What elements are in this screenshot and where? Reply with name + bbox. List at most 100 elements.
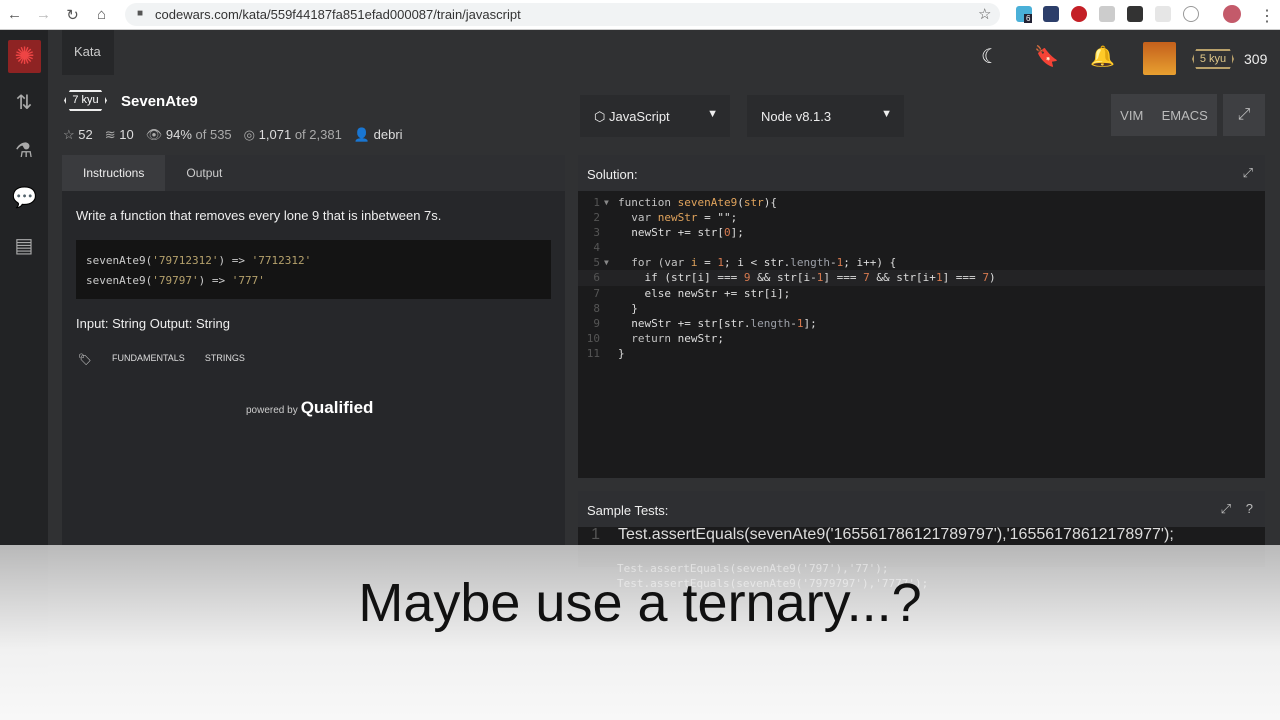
code-token: }	[618, 346, 625, 360]
practice-icon[interactable]: ⇅	[12, 90, 36, 115]
emacs-button[interactable]: EMACS	[1162, 108, 1208, 123]
line-number: 6	[593, 271, 600, 285]
code-token: ];	[730, 226, 744, 240]
example-code: sevenAte9('79712312') => '7712312' seven…	[76, 240, 551, 299]
powered-by[interactable]: powered by Qualified	[246, 398, 373, 418]
url-text: codewars.com/kata/559f44187fa851efad0000…	[155, 7, 521, 22]
tag-strings[interactable]: STRINGS	[205, 353, 245, 366]
code-token: = "";	[697, 211, 738, 225]
code-line[interactable]: 10 return newStr;	[578, 331, 1265, 346]
code-line[interactable]: 9 newStr += str[str.length-1];	[578, 316, 1265, 331]
bookmark-icon[interactable]: 🔖	[1034, 44, 1059, 69]
tab-output[interactable]: Output	[165, 155, 243, 191]
docs-icon[interactable]: ▤	[12, 233, 36, 258]
extension-react-icon[interactable]	[1155, 6, 1171, 22]
extension-ghost-icon[interactable]: 6	[1016, 6, 1033, 23]
nav-kata[interactable]: Kata	[62, 30, 114, 75]
codewars-logo[interactable]: ✺	[8, 40, 41, 73]
help-icon[interactable]: ?	[1246, 501, 1253, 516]
code-token: else newStr += str[i];	[618, 286, 791, 300]
code-text: else newStr += str[i];	[618, 286, 790, 301]
home-icon[interactable]: ⌂	[87, 6, 116, 23]
tag-fundamentals[interactable]: FUNDAMENTALS	[112, 353, 185, 366]
code-line[interactable]: 5 ▼ for (var i = 1; i < str.length-1; i++…	[578, 255, 1265, 270]
code-token: ; i++) {	[843, 256, 897, 270]
code-token: -	[790, 316, 797, 330]
satisfaction-value: 94%	[165, 127, 192, 142]
code-text: if (str[i] === 9 && str[i-1] === 7 && st…	[618, 270, 995, 285]
extension-timer-icon[interactable]	[1183, 6, 1199, 22]
line-number: 10	[586, 331, 600, 345]
chevron-down-icon: ▼	[881, 108, 892, 120]
discuss-icon[interactable]: 💬	[12, 185, 37, 210]
code-text: var newStr = "";	[618, 210, 737, 225]
back-icon[interactable]: ←	[0, 6, 29, 23]
fullscreen-icon[interactable]: ⤢	[1223, 94, 1265, 136]
user-rank-badge: 5 kyu	[1192, 49, 1234, 69]
user-avatar[interactable]	[1143, 42, 1176, 75]
code-line[interactable]: 7 else newStr += str[i];	[578, 286, 1265, 301]
vim-button[interactable]: VIM	[1120, 108, 1143, 123]
tab-instructions[interactable]: Instructions	[62, 155, 166, 191]
code-text: return newStr;	[618, 331, 724, 346]
dark-mode-moon-icon[interactable]: ☾	[981, 44, 999, 69]
expand-icon[interactable]: ⤢	[1221, 501, 1231, 517]
code-text: }	[618, 301, 638, 316]
runtime-select[interactable]: Node v8.1.3 ▼	[747, 95, 904, 137]
fold-arrow-icon[interactable]: ▼	[604, 195, 609, 210]
code-token: newStr += str[str.	[618, 316, 751, 330]
extension-adblock-icon[interactable]	[1071, 6, 1087, 22]
notification-bell-icon[interactable]: 🔔	[1090, 44, 1115, 69]
code-token: (	[737, 196, 744, 209]
stars-stat[interactable]: ☆ 52	[63, 127, 93, 143]
code-line[interactable]: 4	[578, 240, 1265, 255]
fold-arrow-icon[interactable]: ▼	[604, 255, 609, 270]
expand-icon[interactable]: ⤢	[1243, 165, 1253, 181]
code-token: && str[i+	[869, 271, 936, 285]
completed-value: 1,071	[258, 127, 292, 142]
line-number: 7	[593, 286, 600, 300]
address-bar[interactable]: ■ codewars.com/kata/559f44187fa851efad000…	[125, 3, 1000, 26]
line-number: 5	[593, 256, 600, 270]
code-text: function sevenAte9(str){	[618, 195, 777, 210]
extension-lastpass-icon[interactable]	[1127, 6, 1143, 22]
code-token: length	[790, 256, 830, 270]
code-token: sevenAte9	[677, 196, 738, 209]
menu-icon[interactable]: ⋮	[1259, 6, 1275, 26]
sample-tests-panel: Sample Tests: ⤢? 1 Test.assertEquals(seven…	[578, 491, 1265, 567]
language-select[interactable]: ⬡ JavaScript ▼	[580, 95, 730, 137]
reload-icon[interactable]: ↻	[58, 6, 87, 24]
collections-stat: ≋ 10	[104, 127, 134, 142]
qualified-logo: Qualified	[300, 398, 374, 417]
language-value: JavaScript	[608, 109, 670, 124]
kumite-icon[interactable]: ⚗	[12, 138, 36, 163]
code-token: }	[618, 301, 638, 315]
code-token: 7	[982, 271, 989, 285]
extension-briefcase-icon[interactable]	[1099, 6, 1115, 22]
line-number: 2	[593, 211, 600, 225]
code-line[interactable]: 11}	[578, 346, 1265, 361]
extension-cloud-icon[interactable]	[1043, 6, 1059, 22]
code-token: newStr	[657, 211, 698, 225]
bookmark-star-icon[interactable]: ☆	[978, 5, 991, 23]
lock-icon: ■	[137, 8, 144, 19]
profile-avatar[interactable]	[1223, 5, 1241, 23]
code-editor[interactable]: 1 ▼ function sevenAte9(str){2 var newStr =…	[578, 191, 1265, 478]
example-line: sevenAte9('79797') => '777'	[86, 274, 265, 287]
runtime-value: Node v8.1.3	[761, 109, 832, 124]
forward-icon[interactable]: →	[29, 6, 58, 23]
code-token: 1	[935, 271, 943, 285]
kata-stats: ☆ 52 ≋ 10 👁 94% of 535 ◎ 1,071 of 2,381 …	[63, 127, 403, 143]
code-line[interactable]: 3 newStr += str[0];	[578, 225, 1265, 240]
io-types: Input: String Output: String	[76, 316, 230, 331]
code-token: var	[618, 211, 658, 225]
stars-count: 52	[78, 127, 93, 142]
code-token: 1	[717, 256, 724, 270]
author-stat[interactable]: 👤 debri	[354, 127, 403, 143]
code-line[interactable]: 1 ▼ function sevenAte9(str){	[578, 195, 1265, 210]
code-token: length	[750, 316, 791, 330]
code-line[interactable]: 6 if (str[i] === 9 && str[i-1] === 7 && …	[578, 270, 1265, 286]
author-name: debri	[373, 127, 403, 142]
code-line[interactable]: 8 }	[578, 301, 1265, 316]
code-line[interactable]: 2 var newStr = "";	[578, 210, 1265, 225]
